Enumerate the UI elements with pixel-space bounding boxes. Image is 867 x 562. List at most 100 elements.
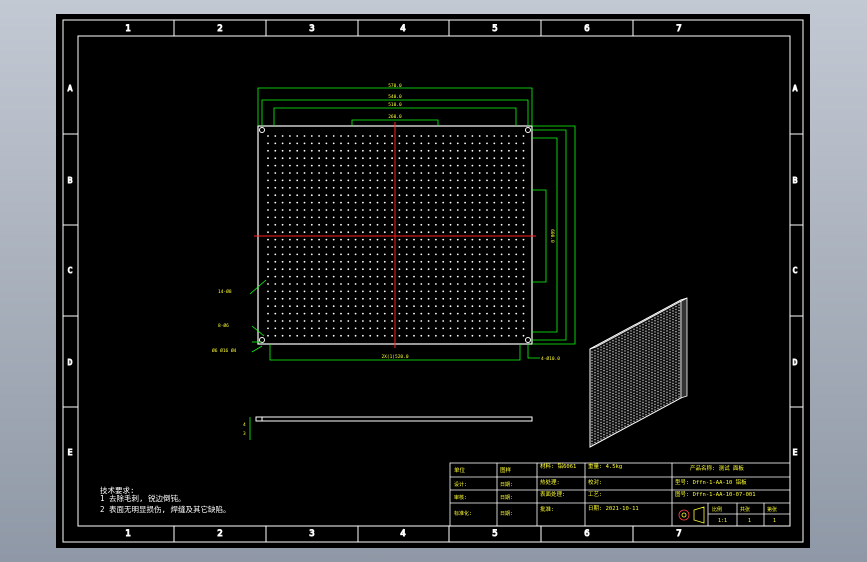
hole xyxy=(325,238,328,241)
hole xyxy=(303,231,306,234)
hole xyxy=(332,209,335,211)
hole xyxy=(464,209,466,211)
iso-hole xyxy=(594,430,596,432)
iso-hole xyxy=(603,364,605,366)
iso-hole xyxy=(618,384,620,386)
hole xyxy=(420,246,423,248)
hole xyxy=(354,312,357,315)
hole xyxy=(347,283,350,285)
iso-hole xyxy=(660,322,662,324)
iso-hole xyxy=(603,386,605,388)
hole xyxy=(493,157,496,160)
iso-hole xyxy=(645,372,647,374)
hole xyxy=(369,297,372,300)
hole xyxy=(310,223,313,226)
hole xyxy=(398,231,401,234)
iso-hole xyxy=(594,402,596,404)
hole xyxy=(274,186,277,189)
iso-hole xyxy=(624,369,626,372)
iso-hole xyxy=(618,420,620,422)
iso-hole xyxy=(639,386,641,389)
iso-hole xyxy=(645,352,647,355)
iso-hole xyxy=(669,353,671,356)
iso-hole xyxy=(624,333,626,335)
hole xyxy=(369,201,372,204)
hole xyxy=(442,334,445,337)
iso-hole xyxy=(612,426,614,428)
hole xyxy=(281,246,284,248)
iso-hole xyxy=(648,412,650,414)
hole xyxy=(281,268,284,271)
drawing-sheet[interactable]: 11223344556677A AB BC CD DE E 570.0 540.0 510… xyxy=(0,0,867,562)
iso-hole xyxy=(642,354,644,356)
hole xyxy=(500,164,503,167)
hole xyxy=(274,157,277,160)
iso-hole xyxy=(645,380,647,383)
hole xyxy=(405,334,408,337)
hole xyxy=(515,268,518,271)
iso-hole xyxy=(639,353,641,355)
iso-hole xyxy=(627,415,629,417)
hole xyxy=(391,194,393,197)
iso-hole xyxy=(636,388,638,390)
hole xyxy=(435,223,437,226)
hole xyxy=(442,194,445,197)
hole xyxy=(413,209,415,211)
iso-hole xyxy=(678,368,680,370)
hole xyxy=(522,275,525,278)
hole xyxy=(296,179,299,182)
hole xyxy=(362,186,364,189)
iso-hole xyxy=(657,326,659,329)
hole xyxy=(369,327,372,330)
iso-hole xyxy=(603,344,605,347)
hole xyxy=(442,275,445,278)
hole xyxy=(478,283,481,285)
iso-hole xyxy=(615,374,617,376)
hole xyxy=(486,305,488,308)
hole xyxy=(420,179,423,182)
hole xyxy=(354,142,357,145)
hole xyxy=(435,157,437,160)
iso-hole xyxy=(630,405,632,407)
column-marker: 1 xyxy=(125,529,130,539)
iso-hole xyxy=(597,409,599,411)
iso-hole xyxy=(669,367,671,370)
iso-hole xyxy=(639,342,641,344)
hole xyxy=(296,275,299,278)
iso-hole xyxy=(612,423,614,425)
hole xyxy=(427,223,430,226)
cad-viewport[interactable]: 11223344556677AABBCCDDEE 570.0 540.0 510… xyxy=(0,0,867,562)
iso-hole xyxy=(642,373,644,376)
iso-hole xyxy=(636,382,638,385)
iso-hole xyxy=(678,337,680,340)
tb-r2-c3: 热处理: xyxy=(540,478,560,486)
hole xyxy=(383,283,386,285)
iso-hole xyxy=(597,415,599,417)
iso-hole xyxy=(636,371,638,373)
hole xyxy=(435,201,437,204)
iso-hole xyxy=(609,349,611,352)
iso-hole xyxy=(678,382,680,384)
hole xyxy=(274,327,277,330)
hole xyxy=(296,164,299,167)
hole xyxy=(267,327,269,330)
hole xyxy=(383,179,386,182)
iso-hole xyxy=(603,378,605,380)
iso-hole xyxy=(594,380,596,382)
hole xyxy=(318,135,320,137)
hole xyxy=(310,135,313,137)
hole xyxy=(332,334,335,337)
iso-hole xyxy=(609,402,611,405)
iso-hole xyxy=(621,424,623,426)
iso-hole xyxy=(669,328,671,331)
iso-hole xyxy=(678,335,680,337)
iso-hole xyxy=(606,368,608,370)
iso-hole xyxy=(654,395,656,397)
hole xyxy=(310,149,313,152)
hole xyxy=(486,253,488,256)
iso-hole xyxy=(615,357,617,360)
iso-hole xyxy=(624,355,626,358)
iso-hole xyxy=(651,399,653,402)
hole xyxy=(515,253,518,256)
iso-hole xyxy=(600,391,602,393)
